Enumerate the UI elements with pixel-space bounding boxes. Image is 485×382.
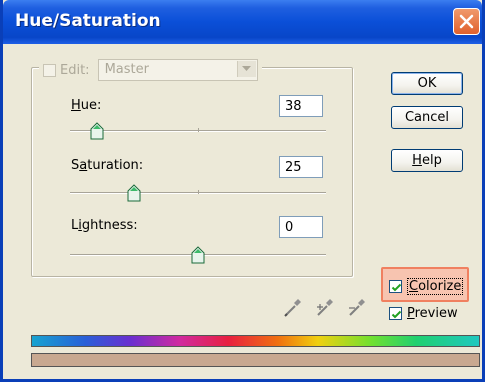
preview-option[interactable]: Preview	[389, 306, 458, 321]
title-bar[interactable]: Hue/Saturation	[3, 0, 482, 44]
colorize-option[interactable]: Colorize	[389, 278, 464, 295]
window-title: Hue/Saturation	[15, 11, 161, 31]
saturation-input[interactable]: 25	[279, 156, 323, 178]
help-button[interactable]: Help	[391, 149, 463, 172]
saturation-slider-thumb[interactable]	[127, 184, 141, 202]
hue-center-tick	[198, 128, 199, 132]
hue-saturation-dialog: Hue/Saturation Edit: Master Hue: 38 Satu…	[0, 0, 485, 382]
output-color-bar	[31, 353, 480, 367]
preview-checkbox[interactable]	[389, 307, 402, 320]
input-spectrum-bar	[31, 335, 480, 347]
lightness-label: Lightness:	[71, 218, 138, 233]
hue-input[interactable]: 38	[279, 95, 323, 117]
edit-enable-checkbox	[43, 63, 56, 77]
lightness-slider-thumb[interactable]	[191, 246, 205, 264]
eyedropper-minus-icon[interactable]	[347, 296, 367, 318]
hue-slider-thumb[interactable]	[90, 122, 104, 140]
eyedropper-icon[interactable]	[283, 296, 303, 318]
hue-label: Hue:	[71, 98, 102, 113]
close-icon	[459, 14, 474, 29]
preview-label: Preview	[407, 306, 458, 321]
cancel-button[interactable]: Cancel	[391, 106, 463, 129]
ok-button[interactable]: OK	[391, 72, 463, 95]
checkmark-icon	[391, 310, 402, 319]
checkmark-icon	[391, 283, 402, 292]
chevron-down-icon	[241, 66, 251, 71]
dropdown-arrow	[236, 61, 256, 77]
colorize-label: Colorize	[407, 278, 464, 295]
edit-dropdown-value: Master	[104, 62, 149, 77]
eyedropper-plus-icon[interactable]	[315, 296, 335, 318]
edit-label: Edit:	[60, 62, 90, 78]
saturation-center-tick	[198, 190, 199, 194]
edit-dropdown: Master	[97, 59, 258, 81]
saturation-label: Saturation:	[71, 158, 144, 173]
edit-row: Edit: Master	[39, 59, 262, 81]
close-button[interactable]	[453, 8, 480, 35]
colorize-checkbox[interactable]	[389, 280, 402, 293]
lightness-input[interactable]: 0	[279, 216, 323, 238]
